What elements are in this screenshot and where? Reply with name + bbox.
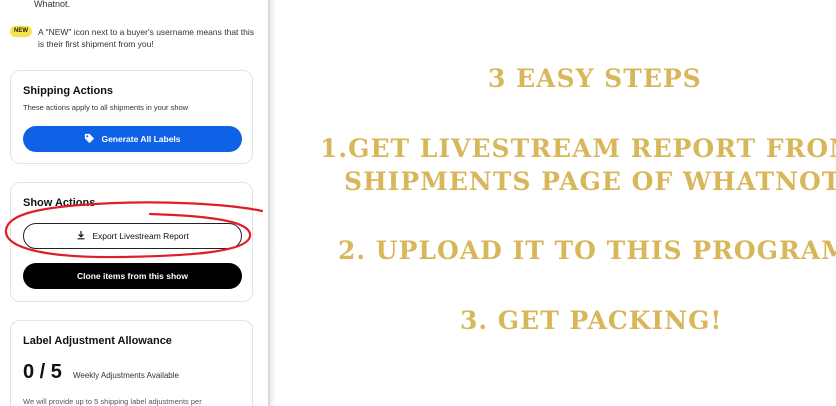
shipping-actions-title: Shipping Actions xyxy=(23,85,114,97)
adjustment-counter: 0 / 5 xyxy=(23,361,62,383)
label-adjustment-card: Label Adjustment Allowance 0 / 5 Weekly … xyxy=(10,320,253,406)
top-text: Whatnot. xyxy=(34,0,71,9)
clone-items-label: Clone items from this show xyxy=(77,271,188,281)
download-icon xyxy=(76,230,86,242)
new-badge: NEW xyxy=(10,26,32,37)
pane-shadow xyxy=(270,0,276,406)
generate-all-labels-label: Generate All Labels xyxy=(101,134,181,144)
shipments-panel: Whatnot. NEW A "NEW" icon next to a buye… xyxy=(0,0,268,406)
shipping-actions-subtitle: These actions apply to all shipments in … xyxy=(23,103,189,112)
label-adjustment-title: Label Adjustment Allowance xyxy=(23,335,172,347)
export-livestream-report-label: Export Livestream Report xyxy=(92,231,189,241)
generate-all-labels-button[interactable]: Generate All Labels xyxy=(23,126,242,152)
instructions-title: 3 EASY STEPS xyxy=(488,64,702,93)
show-actions-card: Show Actions Export Livestream Report Cl… xyxy=(10,182,253,302)
tag-icon xyxy=(84,133,95,146)
step-1-line-1: 1.GET LIVESTREAM REPORT FROM xyxy=(320,134,836,163)
instructions-panel: 3 EASY STEPS 1.GET LIVESTREAM REPORT FRO… xyxy=(290,0,836,406)
clone-items-button[interactable]: Clone items from this show xyxy=(23,263,242,289)
adjustment-counter-label: Weekly Adjustments Available xyxy=(73,371,179,380)
step-1-line-2: SHIPMENTS PAGE OF WHATNOT xyxy=(344,167,836,196)
show-actions-title: Show Actions xyxy=(23,197,96,209)
step-2: 2. UPLOAD IT TO THIS PROGRAM xyxy=(338,236,836,265)
adjustment-description: We will provide up to 5 shipping label a… xyxy=(23,397,202,406)
step-3: 3. GET PACKING! xyxy=(460,306,723,335)
new-badge-description: A "NEW" icon next to a buyer's username … xyxy=(38,27,255,49)
export-livestream-report-button[interactable]: Export Livestream Report xyxy=(23,223,242,249)
shipping-actions-card: Shipping Actions These actions apply to … xyxy=(10,70,253,164)
